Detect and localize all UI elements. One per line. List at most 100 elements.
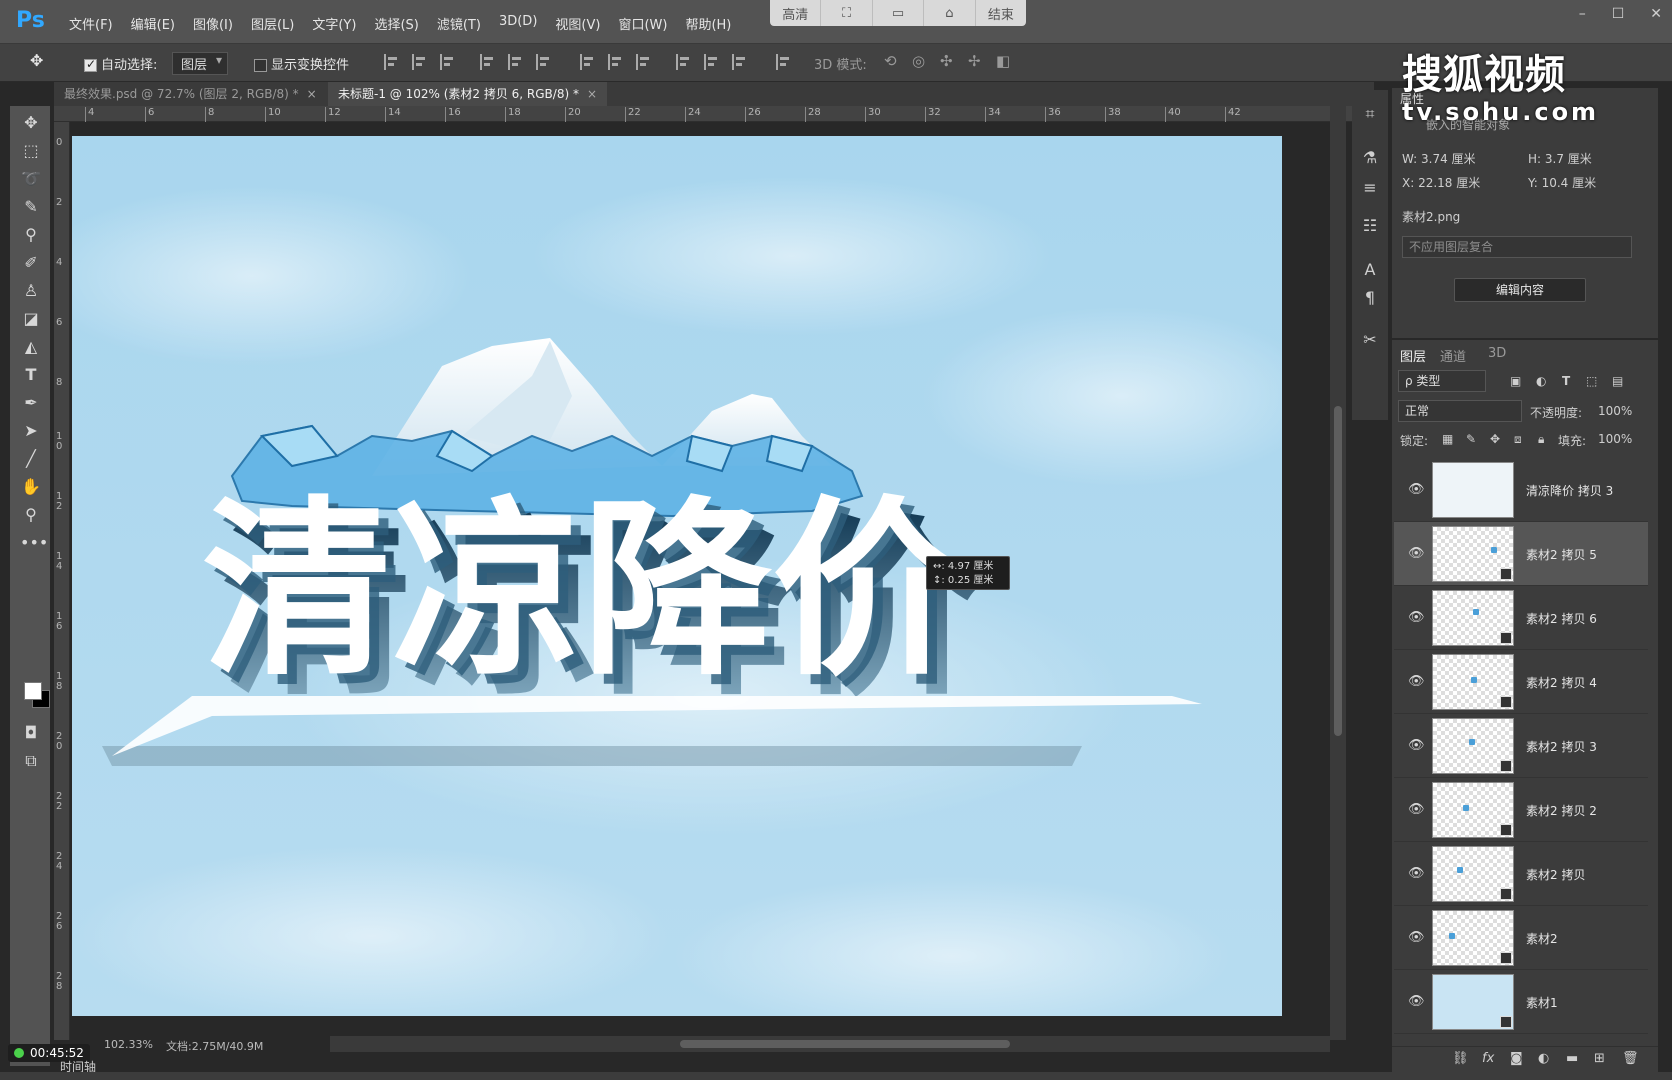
- distribute-right-icon[interactable]: [732, 54, 746, 70]
- hd-button[interactable]: 高清: [770, 0, 822, 26]
- fill-value[interactable]: 100%: [1598, 432, 1632, 446]
- quick-select-tool-icon[interactable]: ✎: [20, 196, 42, 218]
- foreground-color-swatch[interactable]: [24, 682, 42, 700]
- doc-info[interactable]: 文档:2.75M/40.9M: [166, 1038, 263, 1054]
- filter-pixel-icon[interactable]: ▣: [1510, 374, 1521, 388]
- pen-tool-icon[interactable]: ✒: [20, 392, 42, 414]
- auto-align-icon[interactable]: [776, 54, 790, 70]
- brush-tool-icon[interactable]: ✐: [20, 252, 42, 274]
- menu-layer[interactable]: 图层(L): [242, 14, 303, 33]
- minimize-button[interactable]: –: [1579, 6, 1586, 22]
- layer-row[interactable]: 👁︎ 素材2: [1394, 906, 1648, 970]
- gradient-tool-icon[interactable]: ◭: [20, 336, 42, 358]
- y-field[interactable]: Y: 10.4 厘米: [1528, 174, 1596, 191]
- horizontal-scrollbar[interactable]: [330, 1036, 1330, 1052]
- tool-presets-icon[interactable]: ✂: [1360, 330, 1380, 350]
- end-button[interactable]: 结束: [976, 0, 1026, 26]
- eye-icon[interactable]: 👁︎: [1408, 674, 1425, 690]
- layer-row[interactable]: 👁︎ 素材2 拷贝: [1394, 842, 1648, 906]
- tab-3d[interactable]: 3D: [1488, 346, 1506, 361]
- menu-image[interactable]: 图像(I): [184, 14, 242, 33]
- eye-icon[interactable]: 👁︎: [1408, 994, 1425, 1010]
- fullscreen-icon[interactable]: ⛶: [821, 0, 873, 26]
- adjustment-layer-icon[interactable]: ◐: [1538, 1051, 1549, 1066]
- marquee-tool-icon[interactable]: ⬚: [20, 140, 42, 162]
- add-mask-icon[interactable]: ◙: [1510, 1051, 1523, 1066]
- eye-icon[interactable]: 👁︎: [1408, 610, 1425, 626]
- tab-untitled-1[interactable]: 未标题-1 @ 102% (素材2 拷贝 6, RGB/8) * ×: [328, 82, 608, 106]
- more-tools-icon[interactable]: •••: [20, 532, 48, 554]
- path-select-tool-icon[interactable]: ➤: [20, 420, 42, 442]
- align-top-icon[interactable]: [384, 54, 398, 70]
- canvas-area[interactable]: 清凉降价 清凉降价 清凉降价 ↔: 4.97 厘米 ↕: 0.25 厘米: [70, 122, 1328, 1040]
- menu-edit[interactable]: 编辑(E): [122, 14, 184, 33]
- distribute-left-icon[interactable]: [676, 54, 690, 70]
- layer-name[interactable]: 素材2 拷贝: [1526, 866, 1585, 883]
- 3d-pan-icon[interactable]: ✣: [940, 52, 953, 70]
- eraser-tool-icon[interactable]: ◪: [20, 308, 42, 330]
- character-icon[interactable]: A: [1360, 260, 1380, 280]
- 3d-slide-icon[interactable]: ✢: [968, 52, 981, 70]
- move-tool-icon[interactable]: ✥: [30, 51, 43, 70]
- stamp-tool-icon[interactable]: ♙: [20, 280, 42, 302]
- menu-help[interactable]: 帮助(H): [676, 14, 740, 33]
- lasso-tool-icon[interactable]: ➰: [20, 168, 42, 190]
- tab-layers[interactable]: 图层: [1400, 346, 1426, 365]
- hand-tool-icon[interactable]: ✋: [20, 476, 42, 498]
- 3d-scale-icon[interactable]: ◧: [996, 52, 1010, 70]
- width-field[interactable]: W: 3.74 厘米: [1402, 150, 1476, 167]
- eye-icon[interactable]: 👁︎: [1408, 738, 1425, 754]
- link-layers-icon[interactable]: ⛓: [1452, 1051, 1469, 1066]
- distribute-vcenter-icon[interactable]: [608, 54, 622, 70]
- window-mode-icon[interactable]: ▭: [873, 0, 925, 26]
- menu-window[interactable]: 窗口(W): [609, 14, 676, 33]
- libraries-icon[interactable]: ☷: [1360, 216, 1380, 236]
- menu-view[interactable]: 视图(V): [546, 14, 609, 33]
- fx-icon[interactable]: fx: [1482, 1051, 1494, 1066]
- layer-name[interactable]: 素材2: [1526, 930, 1558, 947]
- layer-comp-dropdown[interactable]: 不应用图层复合: [1402, 236, 1632, 258]
- filter-shape-icon[interactable]: ⬚: [1586, 374, 1597, 388]
- layer-name[interactable]: 素材2 拷贝 4: [1526, 674, 1597, 691]
- align-left-icon[interactable]: [480, 54, 494, 70]
- show-transform-option[interactable]: 显示变换控件: [254, 54, 349, 73]
- lock-transparent-icon[interactable]: ▦: [1442, 432, 1453, 446]
- layer-row[interactable]: 👁︎ 素材2 拷贝 6: [1394, 586, 1648, 650]
- auto-select-option[interactable]: 自动选择:: [84, 54, 157, 73]
- align-bottom-icon[interactable]: [440, 54, 454, 70]
- auto-select-checkbox[interactable]: [84, 57, 97, 72]
- 3d-roll-icon[interactable]: ◎: [912, 52, 925, 70]
- layer-name[interactable]: 素材2 拷贝 2: [1526, 802, 1597, 819]
- filter-adjustment-icon[interactable]: ◐: [1536, 374, 1546, 388]
- lock-position-icon[interactable]: ✥: [1490, 432, 1500, 446]
- lock-all-icon[interactable]: 🔒︎: [1538, 432, 1544, 447]
- move-tool-icon[interactable]: ✥: [20, 112, 42, 134]
- menu-file[interactable]: 文件(F): [60, 14, 122, 33]
- layer-row[interactable]: 👁︎ 清凉降价 拷贝 3: [1394, 458, 1648, 522]
- history-icon[interactable]: ⌗: [1360, 104, 1380, 124]
- tab-close-icon[interactable]: ×: [307, 87, 317, 101]
- layer-name[interactable]: 素材1: [1526, 994, 1558, 1011]
- vertical-scrollbar[interactable]: [1330, 106, 1346, 1040]
- distribute-top-icon[interactable]: [580, 54, 594, 70]
- eye-icon[interactable]: 👁︎: [1408, 866, 1425, 882]
- layer-name[interactable]: 素材2 拷贝 6: [1526, 610, 1597, 627]
- eye-icon[interactable]: 👁︎: [1408, 930, 1425, 946]
- new-group-icon[interactable]: ▬: [1566, 1051, 1578, 1066]
- edit-content-button[interactable]: 编辑内容: [1454, 278, 1586, 302]
- menu-type[interactable]: 文字(Y): [303, 14, 365, 33]
- maximize-button[interactable]: ☐: [1612, 6, 1625, 22]
- opacity-value[interactable]: 100%: [1598, 404, 1632, 418]
- vertical-scroll-thumb[interactable]: [1334, 406, 1342, 736]
- layer-filter-dropdown[interactable]: ρ 类型: [1398, 370, 1486, 392]
- lock-pixels-icon[interactable]: ✎: [1466, 432, 1476, 446]
- show-transform-checkbox[interactable]: [254, 59, 267, 72]
- layer-name[interactable]: 清凉降价 拷贝 3: [1526, 482, 1613, 499]
- menu-3d[interactable]: 3D(D): [490, 14, 546, 33]
- layer-row[interactable]: 👁︎ 素材1: [1394, 970, 1648, 1034]
- line-tool-icon[interactable]: ╱: [20, 448, 42, 470]
- horizontal-scroll-thumb[interactable]: [680, 1040, 1010, 1048]
- adjustments-icon[interactable]: ≡: [1360, 178, 1380, 198]
- blend-mode-dropdown[interactable]: 正常: [1398, 400, 1522, 422]
- distribute-bottom-icon[interactable]: [636, 54, 650, 70]
